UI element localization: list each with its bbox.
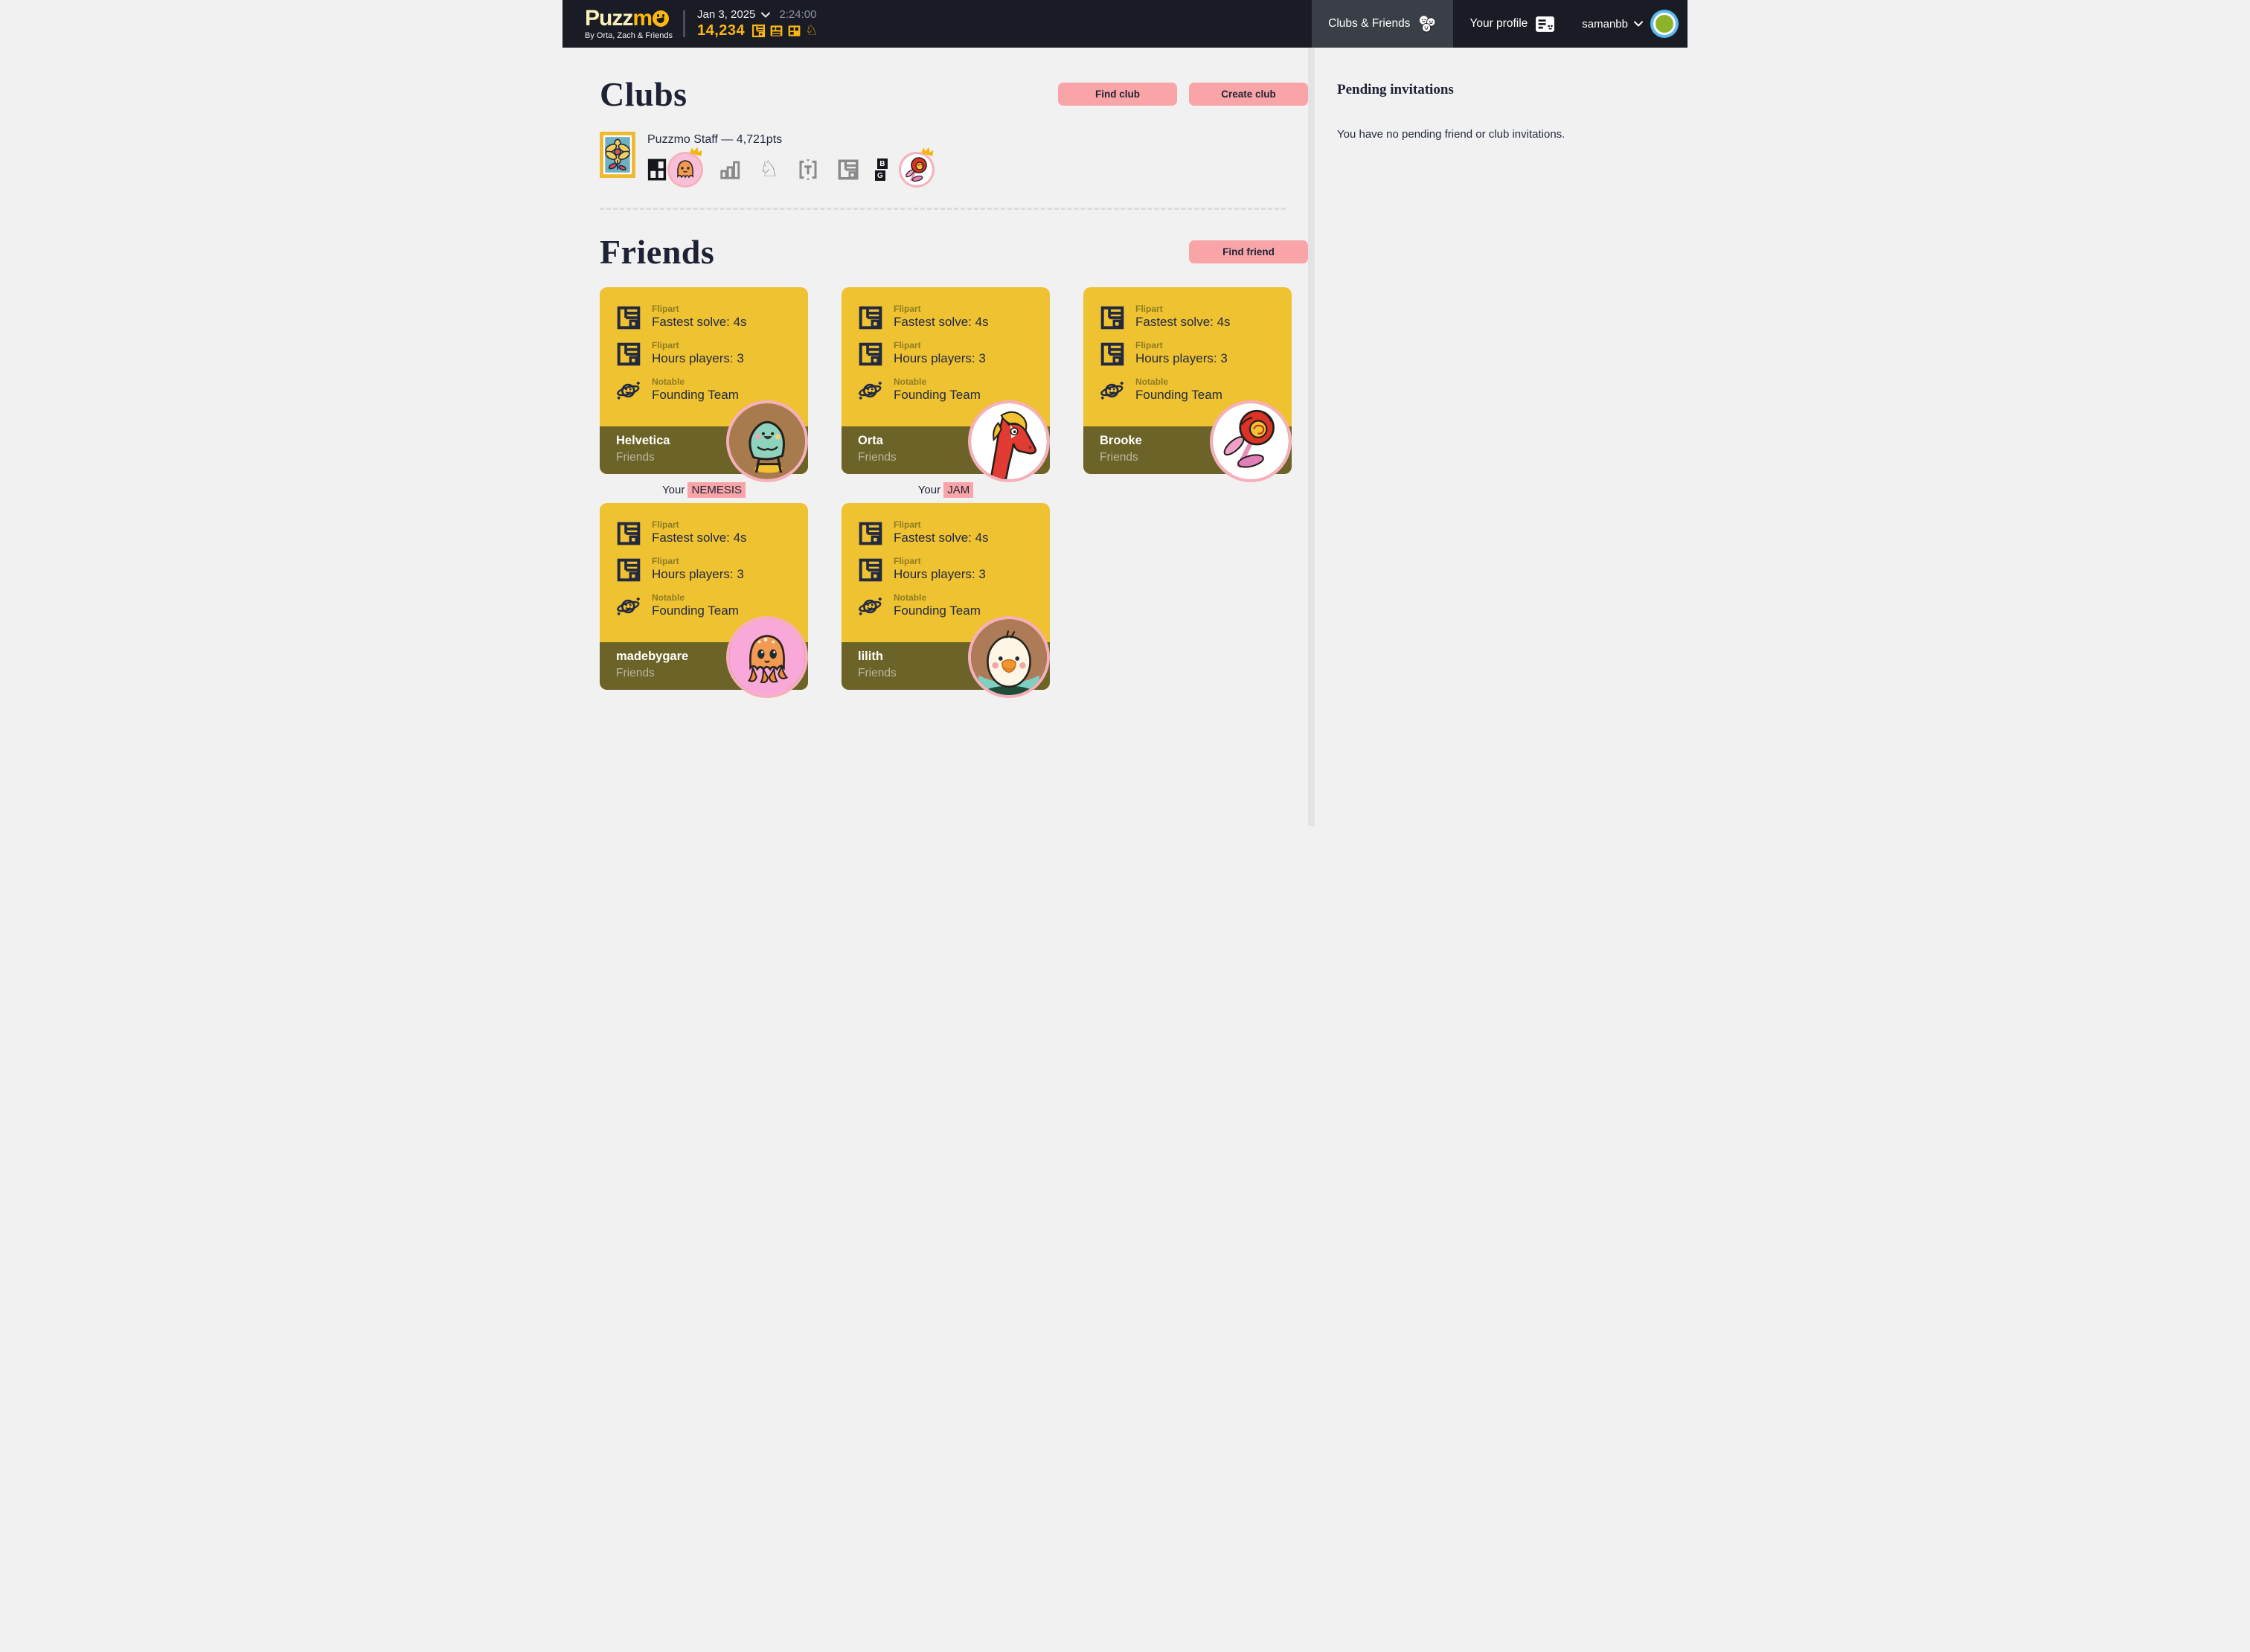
friend-avatar-teal-blob[interactable] (729, 403, 805, 479)
date-selector[interactable]: Jan 3, 2025 (697, 8, 755, 21)
notable-planet-icon (858, 378, 883, 403)
letter-tiles-icon: BG (877, 159, 888, 181)
nav-clubs-friends[interactable]: Clubs & Friends (1312, 0, 1453, 48)
date-score-block: Jan 3, 2025 2:24:00 14,234 ♘ (697, 0, 818, 48)
chess-knight-icon: ♘ (805, 24, 818, 38)
chess-knight-icon: ♘ (759, 159, 779, 181)
friend-avatar-white-duck[interactable] (971, 619, 1047, 695)
profile-card-icon (1535, 16, 1555, 33)
flipart-icon (616, 557, 641, 583)
clubs-title: Clubs (600, 74, 688, 114)
notable-planet-icon (616, 378, 641, 403)
nav-your-profile[interactable]: Your profile (1453, 0, 1571, 48)
puzzmo-app: Puzzm By Orta, Zach & Friends Jan 3, 202… (562, 0, 1688, 826)
club-octopus-avatar[interactable] (670, 154, 701, 185)
friend-card[interactable]: FlipartFastest solve: 4s FlipartHours pl… (600, 287, 808, 474)
find-friend-button[interactable]: Find friend (1189, 240, 1308, 263)
find-club-button[interactable]: Find club (1058, 83, 1177, 106)
jam-note: Your JAM (842, 484, 1050, 496)
club-thumbnail-flower[interactable] (600, 132, 635, 178)
friend-avatar-red-flower[interactable] (1213, 403, 1289, 479)
friend-avatar-orange-octopus[interactable] (729, 619, 805, 695)
club-row: Puzzmo Staff — 4,721pts (600, 132, 1308, 185)
total-points: 14,234 (697, 22, 745, 39)
friend-avatar-red-horse[interactable] (971, 403, 1047, 479)
club-name-points[interactable]: Puzzmo Staff — 4,721pts (647, 133, 932, 147)
friends-section: Friends Find friend FlipartFastest solve… (600, 210, 1308, 690)
jam-highlight: JAM (943, 482, 973, 498)
notable-planet-icon (858, 594, 883, 619)
logo-face-icon (653, 10, 669, 27)
clubs-section: Clubs Find club Create club (600, 48, 1308, 210)
clock-time: 2:24:00 (779, 8, 816, 21)
friend-card[interactable]: FlipartFastest solve: 4s FlipartHours pl… (842, 503, 1050, 690)
header-divider (683, 10, 685, 37)
notable-planet-icon (1100, 378, 1125, 403)
pending-invitations-panel: Pending invitations You have no pending … (1315, 48, 1688, 826)
card-notes-row: Your NEMESIS Your JAM (600, 484, 1308, 496)
logo-wordmark: Puzzm (585, 8, 673, 29)
friends-title: Friends (600, 232, 714, 272)
flipart-icon (1100, 305, 1125, 330)
flipart-icon (751, 24, 766, 38)
panel-divider (1308, 48, 1315, 826)
flipart-icon (858, 305, 883, 330)
score-row: 14,234 ♘ (697, 22, 818, 39)
pending-invitations-title: Pending invitations (1337, 82, 1665, 98)
news-list-icon (769, 24, 783, 38)
friend-card[interactable]: FlipartFastest solve: 4s FlipartHours pl… (600, 503, 808, 690)
pending-invitations-empty: You have no pending friend or club invit… (1337, 128, 1665, 141)
flipart-icon (858, 521, 883, 546)
club-flower-avatar[interactable] (901, 154, 932, 185)
main-column: Clubs Find club Create club (562, 48, 1308, 826)
club-game-icons: ♘ BG (647, 154, 932, 185)
user-avatar[interactable] (1653, 13, 1676, 35)
flipart-icon (858, 342, 883, 367)
typeshift-icon (797, 159, 819, 181)
flipart-icon (616, 305, 641, 330)
flipart-icon (858, 557, 883, 583)
crossword-grid-icon (647, 159, 667, 181)
username: samanbb (1582, 18, 1628, 31)
flipart-icon (837, 159, 859, 181)
friends-faces-icon (1417, 14, 1437, 33)
flipart-icon (616, 342, 641, 367)
notable-planet-icon (616, 594, 641, 619)
top-bar: Puzzm By Orta, Zach & Friends Jan 3, 202… (562, 0, 1688, 48)
flipart-icon (1100, 342, 1125, 367)
puzzmo-logo[interactable]: Puzzm By Orta, Zach & Friends (562, 0, 673, 48)
user-menu[interactable]: samanbb (1571, 0, 1688, 48)
friend-card[interactable]: FlipartFastest solve: 4s FlipartHours pl… (1083, 287, 1292, 474)
chevron-down-icon[interactable] (761, 12, 770, 18)
friend-card[interactable]: FlipartFastest solve: 4s FlipartHours pl… (842, 287, 1050, 474)
create-club-button[interactable]: Create club (1189, 83, 1308, 106)
chevron-down-icon (1634, 21, 1643, 27)
flipart-icon (616, 521, 641, 546)
logo-byline: By Orta, Zach & Friends (585, 31, 673, 40)
nemesis-note: Your NEMESIS (600, 484, 808, 496)
window-grid-icon (787, 24, 801, 38)
bar-chart-icon (719, 159, 741, 181)
nemesis-highlight: NEMESIS (688, 482, 746, 498)
